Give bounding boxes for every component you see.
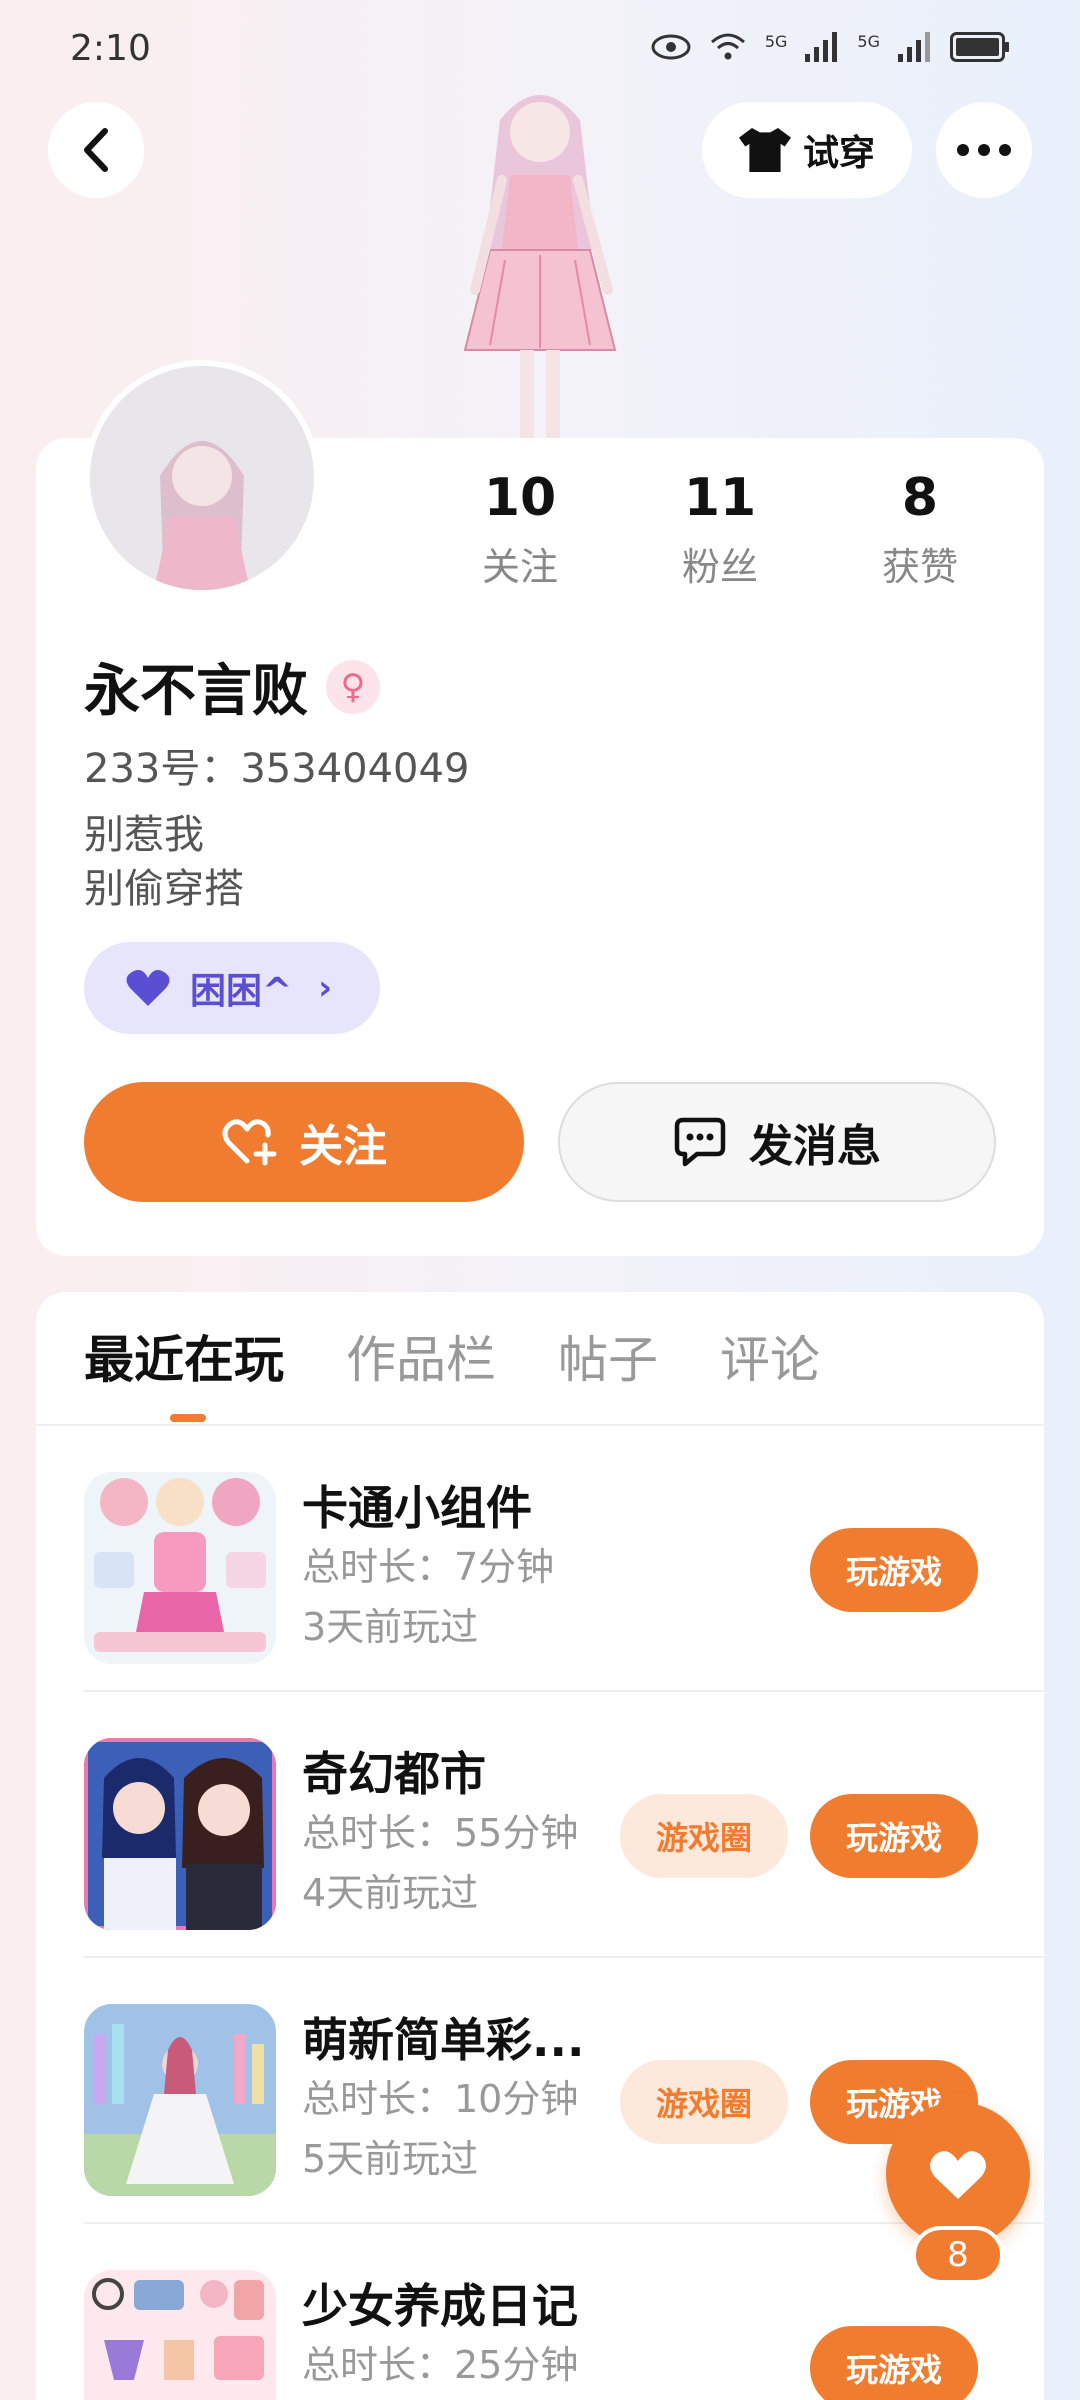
row-divider: [84, 1690, 1044, 1692]
list-item[interactable]: 卡通小组件 总时长：7分钟 3天前玩过 玩游戏: [84, 1428, 1044, 1692]
message-label: 发消息: [749, 1121, 881, 1172]
game-duration: 总时长：7分钟: [302, 1545, 555, 1589]
try-on-label: 试穿: [802, 133, 875, 174]
game-duration: 总时长：10分钟: [302, 2077, 579, 2121]
female-icon: ♀: [326, 659, 380, 714]
signal-icon: [805, 32, 838, 62]
tab-recent[interactable]: 最近在玩: [84, 1320, 284, 1392]
stats-row: 10 关注 11 粉丝 8 获赞: [420, 466, 1020, 591]
status-icons: 5G 5G: [651, 32, 1010, 62]
bio-line-2: 别偷穿搭: [84, 866, 244, 912]
more-button[interactable]: [936, 102, 1032, 198]
heart-add-icon: [222, 1119, 277, 1166]
back-arrow-icon: [84, 128, 108, 172]
user-id: 233号：353404049: [84, 746, 470, 792]
active-tab-indicator: [170, 1414, 206, 1422]
game-title: 卡通小组件: [302, 1481, 532, 1535]
try-on-button[interactable]: 试穿: [702, 102, 912, 198]
likes-stat[interactable]: 8 获赞: [820, 466, 1020, 591]
like-button[interactable]: [886, 2102, 1030, 2246]
character-figure: [463, 95, 617, 440]
follow-button[interactable]: 关注: [84, 1082, 524, 1202]
game-title: 少女养成日记: [302, 2279, 578, 2333]
status-time: 2:10: [70, 28, 151, 69]
battery-icon: [950, 32, 1009, 62]
bio: 别惹我 别偷穿搭: [84, 808, 244, 916]
status-tag[interactable]: 困困^ ›: [84, 942, 380, 1034]
followers-count: 11: [683, 468, 757, 528]
play-button[interactable]: 玩游戏: [810, 1528, 978, 1612]
likes-count: 8: [901, 468, 939, 528]
play-button[interactable]: 玩游戏: [810, 1794, 978, 1878]
game-duration: 总时长：25分钟: [302, 2343, 579, 2387]
like-count: 8: [912, 2226, 1004, 2284]
eye-icon: [651, 34, 691, 60]
game-circle-button[interactable]: 游戏圈: [620, 1794, 788, 1878]
followers-stat[interactable]: 11 粉丝: [620, 466, 820, 591]
game-thumbnail: [84, 2270, 276, 2400]
avatar-image: [90, 366, 314, 590]
tab-works[interactable]: 作品栏: [346, 1320, 496, 1392]
chevron-right-icon: ›: [318, 968, 333, 1008]
play-button[interactable]: 玩游戏: [810, 2326, 978, 2400]
likes-label: 获赞: [881, 545, 958, 589]
heart-icon: [930, 2151, 986, 2199]
game-last-played: 4天前玩过: [302, 1871, 479, 1915]
game-title: 奇幻都市: [302, 1747, 486, 1801]
more-dots-icon: [957, 144, 1011, 156]
message-button[interactable]: 发消息: [558, 1082, 996, 1202]
chat-icon: [674, 1117, 726, 1167]
following-stat[interactable]: 10 关注: [420, 466, 620, 591]
wifi-icon: [710, 33, 745, 60]
tab-comments[interactable]: 评论: [720, 1320, 820, 1392]
tab-bar: 最近在玩 作品栏 帖子 评论: [84, 1320, 820, 1392]
avatar[interactable]: [84, 360, 320, 596]
game-title: 萌新简单彩...: [302, 2013, 585, 2067]
game-thumbnail: [84, 2004, 276, 2196]
name-row: 永不言败 ♀: [84, 646, 380, 727]
tab-divider: [36, 1424, 1044, 1426]
list-item[interactable]: 少女养成日记 总时长：25分钟 玩游戏: [84, 2226, 1044, 2400]
user-name: 永不言败: [84, 659, 308, 724]
follow-label: 关注: [299, 1121, 387, 1172]
bio-line-1: 别惹我: [84, 812, 204, 858]
network-type-2: 5G: [857, 32, 880, 51]
followers-label: 粉丝: [681, 545, 758, 589]
following-count: 10: [483, 468, 557, 528]
game-last-played: 5天前玩过: [302, 2137, 479, 2181]
shirt-icon: [738, 128, 791, 172]
game-duration: 总时长：55分钟: [302, 1811, 579, 1855]
status-tag-label: 困困^: [190, 971, 293, 1012]
following-label: 关注: [481, 545, 558, 589]
row-divider: [84, 1956, 1044, 1958]
game-last-played: 3天前玩过: [302, 1605, 479, 1649]
row-divider: [84, 2222, 1044, 2224]
tab-posts[interactable]: 帖子: [558, 1320, 658, 1392]
back-button[interactable]: [48, 102, 144, 198]
game-thumbnail: [84, 1472, 276, 1664]
list-item[interactable]: 奇幻都市 总时长：55分钟 4天前玩过 游戏圈 玩游戏: [84, 1694, 1044, 1958]
game-thumbnail: [84, 1738, 276, 1930]
game-circle-button[interactable]: 游戏圈: [620, 2060, 788, 2144]
network-type-1: 5G: [764, 32, 788, 51]
heart-icon: [126, 970, 170, 1006]
signal-icon-2: [898, 32, 930, 62]
